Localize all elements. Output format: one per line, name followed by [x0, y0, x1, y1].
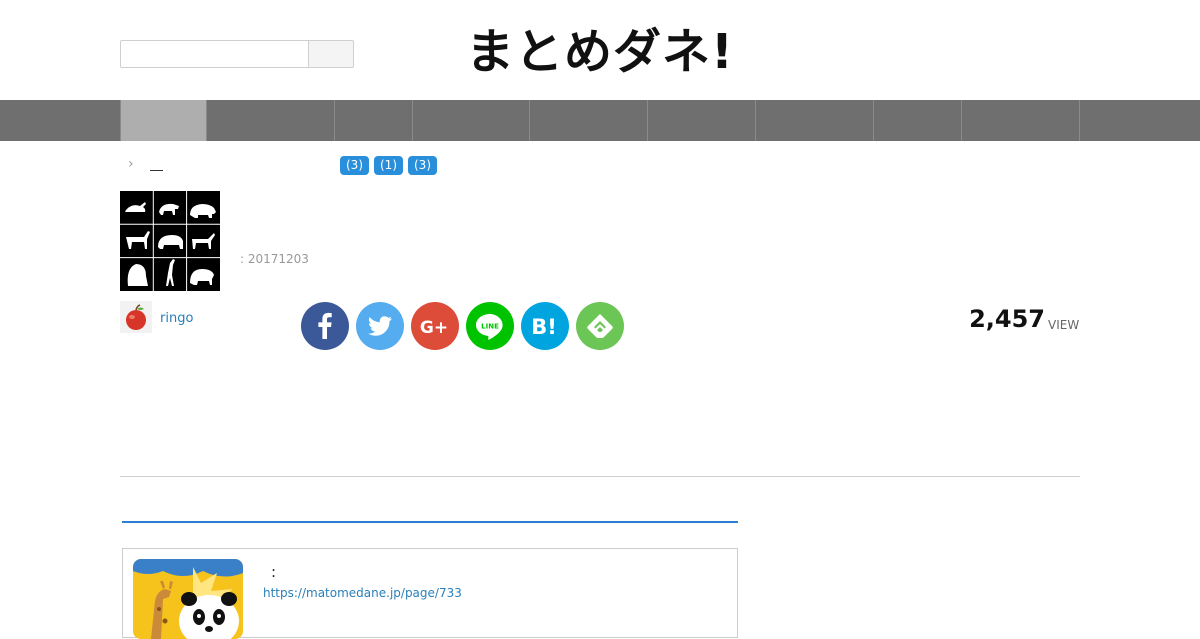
- global-nav: [0, 100, 1200, 141]
- site-logo-title[interactable]: まとめダネ!: [400, 18, 800, 86]
- view-count: 2,457: [969, 305, 1045, 333]
- google-plus-icon: G+: [420, 318, 448, 338]
- tag-badge[interactable]: (3): [340, 156, 369, 175]
- animal-silhouettes-image: [120, 191, 220, 291]
- svg-text:LINE: LINE: [481, 323, 499, 331]
- line-share-button[interactable]: LINE: [466, 302, 514, 350]
- line-icon: LINE: [476, 314, 503, 340]
- zoo-animals-image: [133, 559, 243, 639]
- nav-item-7[interactable]: [756, 100, 874, 141]
- nav-item-3[interactable]: [335, 100, 413, 141]
- section-divider: [120, 476, 1080, 477]
- nav-item-4[interactable]: [413, 100, 530, 141]
- author-name[interactable]: ringo: [160, 311, 193, 326]
- hatena-bookmark-share-button[interactable]: B!: [521, 302, 569, 350]
- nav-item-10[interactable]: [1080, 100, 1200, 141]
- apple-icon: [126, 304, 146, 330]
- hatena-bookmark-icon: B!: [531, 315, 557, 339]
- article-date: : 20171203: [240, 252, 309, 266]
- author-avatar[interactable]: [120, 301, 152, 333]
- breadcrumb-link[interactable]: [150, 170, 163, 171]
- svg-text:G+: G+: [420, 318, 448, 338]
- nav-item-5[interactable]: [530, 100, 648, 141]
- tag-badge[interactable]: (3): [408, 156, 437, 175]
- feedly-share-button[interactable]: [576, 302, 624, 350]
- google-plus-share-button[interactable]: G+: [411, 302, 459, 350]
- feedly-icon: [587, 314, 613, 338]
- related-article-title[interactable]: :: [271, 563, 276, 581]
- nav-item-6[interactable]: [648, 100, 756, 141]
- tag-badge[interactable]: (1): [374, 156, 403, 175]
- chevron-right-icon: ›: [128, 156, 134, 172]
- related-article-url[interactable]: https://matomedane.jp/page/733: [263, 586, 462, 600]
- twitter-share-button[interactable]: [356, 302, 404, 350]
- nav-item-2[interactable]: [207, 100, 335, 141]
- section-heading-underline: [122, 521, 738, 523]
- nav-item-8[interactable]: [874, 100, 962, 141]
- facebook-share-button[interactable]: [301, 302, 349, 350]
- facebook-icon: [318, 312, 332, 339]
- view-label: VIEW: [1048, 318, 1080, 332]
- nav-item-1[interactable]: [120, 100, 207, 141]
- related-article-thumbnail[interactable]: [133, 559, 243, 639]
- twitter-icon: [368, 316, 392, 336]
- svg-text:B!: B!: [531, 315, 557, 339]
- related-article-card[interactable]: : https://matomedane.jp/page/733: [122, 548, 738, 639]
- site-header: まとめダネ!: [0, 0, 1200, 100]
- search-input[interactable]: [120, 40, 309, 68]
- nav-item-9[interactable]: [962, 100, 1080, 141]
- article-thumbnail: [120, 191, 220, 291]
- search-button[interactable]: [308, 40, 354, 68]
